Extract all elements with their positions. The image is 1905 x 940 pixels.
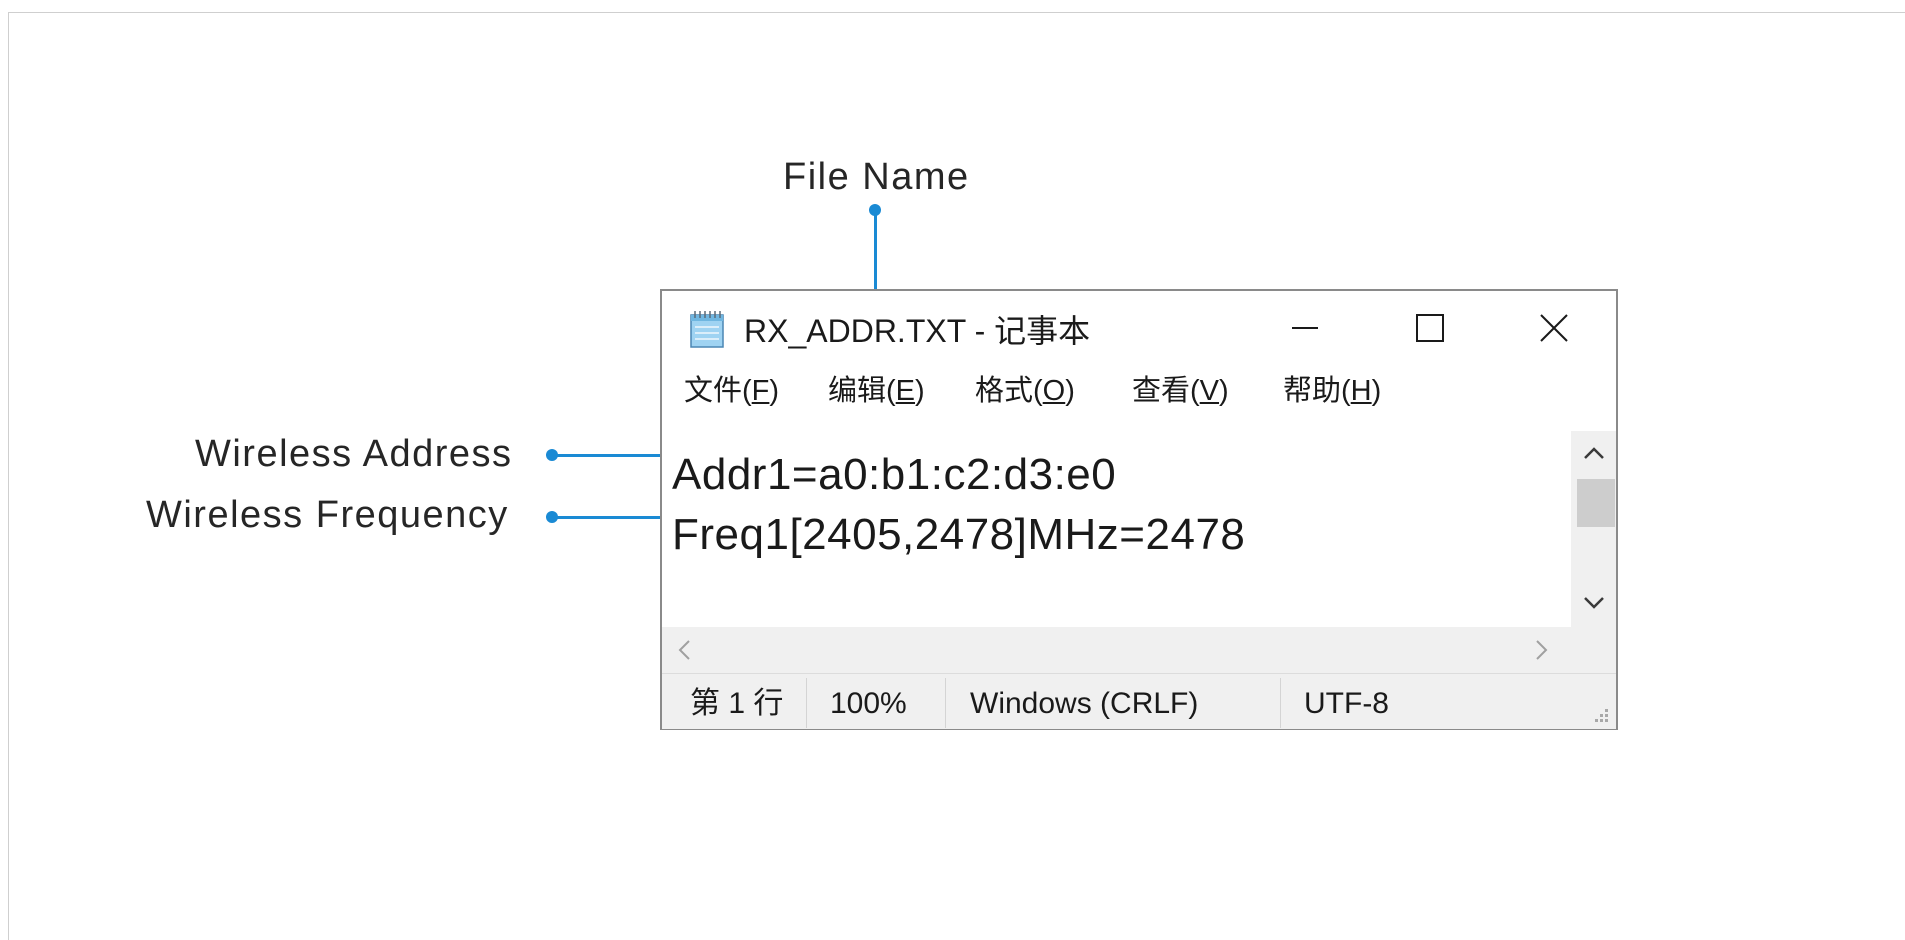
status-separator <box>945 678 946 728</box>
menu-edit[interactable]: 编辑(E) <box>828 377 925 406</box>
scroll-right-icon[interactable] <box>1534 639 1550 666</box>
menu-edit-paren: ) <box>915 375 925 407</box>
close-button[interactable] <box>1491 291 1616 369</box>
menu-edit-label: 编辑( <box>828 375 896 407</box>
callout-wireless-address-line <box>552 454 662 457</box>
status-separator <box>1280 678 1281 728</box>
menu-file-paren: ) <box>769 375 780 407</box>
minimize-button[interactable] <box>1242 291 1367 369</box>
text-editor[interactable]: Addr1=a0:b1:c2:d3:e0 Freq1[2405,2478]MHz… <box>662 431 1571 627</box>
menu-view[interactable]: 查看(V) <box>1132 377 1229 406</box>
menu-help-accesskey: H <box>1350 375 1372 407</box>
editor-line-address: Addr1=a0:b1:c2:d3:e0 <box>672 450 1117 499</box>
scroll-down-icon[interactable] <box>1583 595 1605 616</box>
status-bar: 第 1 行 100% Windows (CRLF) UTF-8 <box>662 673 1616 729</box>
menu-edit-accesskey: E <box>895 375 916 407</box>
menu-file-accesskey: F <box>751 375 770 407</box>
maximize-button[interactable] <box>1367 291 1492 369</box>
status-encoding: UTF-8 <box>1304 687 1389 720</box>
vertical-scroll-thumb[interactable] <box>1577 479 1615 527</box>
illustration-canvas: File Name Wireless Address Wireless Freq… <box>0 0 1905 940</box>
menu-format-label: 格式( <box>975 375 1043 407</box>
menu-file[interactable]: 文件(F) <box>684 377 779 406</box>
menu-bar: 文件(F) 编辑(E) 格式(O) 查看(V) 帮助(H) <box>662 369 1616 419</box>
frame-left-border <box>8 12 9 940</box>
scroll-up-icon[interactable] <box>1583 445 1605 466</box>
resize-grip-icon[interactable] <box>1590 706 1610 731</box>
vertical-scrollbar[interactable] <box>1571 431 1616 627</box>
minimize-icon <box>1290 313 1320 348</box>
callout-wireless-address: Wireless Address <box>195 433 513 475</box>
menu-help[interactable]: 帮助(H) <box>1283 377 1381 406</box>
editor-line-frequency: Freq1[2405,2478]MHz=2478 <box>672 510 1246 559</box>
menu-help-label: 帮助( <box>1283 375 1351 407</box>
frame-top-border <box>8 12 1905 13</box>
maximize-icon <box>1414 312 1446 349</box>
callout-file-name: File Name <box>783 156 970 198</box>
callout-wireless-frequency: Wireless Frequency <box>146 494 509 536</box>
status-line-number: 第 1 行 <box>690 687 784 720</box>
menu-format[interactable]: 格式(O) <box>975 377 1075 406</box>
menu-format-paren: ) <box>1065 375 1075 407</box>
callout-wireless-frequency-line <box>552 516 662 519</box>
close-icon <box>1538 312 1570 349</box>
menu-file-label: 文件( <box>684 375 752 407</box>
menu-view-label: 查看( <box>1132 375 1200 407</box>
window-title: RX_ADDR.TXT - 记事本 <box>744 313 1091 349</box>
status-line-ending: Windows (CRLF) <box>970 687 1199 720</box>
status-zoom: 100% <box>830 687 907 720</box>
callout-file-name-line <box>874 210 877 289</box>
notepad-window: RX_ADDR.TXT - 记事本 文件(F) 编辑(E) 格式(O) 查看(V… <box>660 289 1618 730</box>
scroll-left-icon[interactable] <box>676 639 692 666</box>
status-separator <box>806 678 807 728</box>
notepad-icon <box>688 309 726 349</box>
menu-view-paren: ) <box>1219 375 1229 407</box>
horizontal-scrollbar[interactable] <box>662 627 1616 673</box>
menu-view-accesskey: V <box>1199 375 1220 407</box>
title-bar[interactable]: RX_ADDR.TXT - 记事本 <box>662 291 1616 369</box>
menu-format-accesskey: O <box>1042 375 1066 407</box>
menu-help-paren: ) <box>1371 375 1382 407</box>
